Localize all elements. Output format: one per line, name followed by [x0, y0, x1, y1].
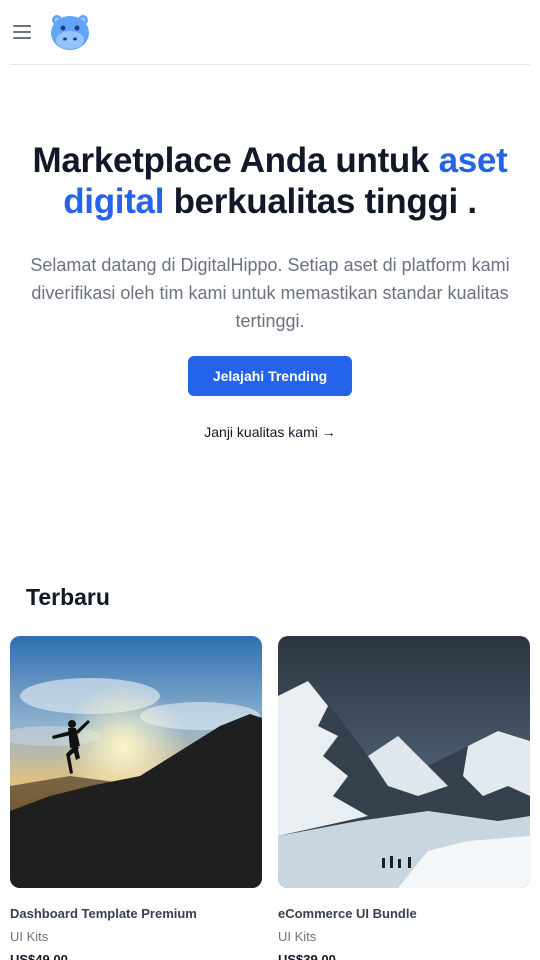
product-name[interactable]: Dashboard Template Premium	[10, 906, 262, 921]
product-category: UI Kits	[278, 929, 317, 944]
product-name[interactable]: eCommerce UI Bundle	[278, 906, 530, 921]
navbar	[0, 0, 540, 65]
hippo-logo-icon[interactable]	[49, 13, 91, 51]
latest-section-title: Terbaru	[26, 584, 110, 610]
product-card[interactable]: Dashboard Template Premium UI Kits US$49…	[10, 636, 262, 960]
hero-subtitle: Selamat datang di DigitalHippo. Setiap a…	[30, 255, 510, 331]
hero-title-part2: berkualitas tinggi .	[164, 182, 478, 221]
product-price: US$49,00	[10, 952, 68, 960]
sunset-mountain-jump-photo[interactable]	[10, 636, 262, 888]
snowy-mountain-hikers-photo[interactable]	[278, 636, 530, 888]
hamburger-menu-icon[interactable]	[12, 22, 34, 42]
quality-promise-link[interactable]: Janji kualitas kami →	[0, 424, 540, 440]
hero-title: Marketplace Anda untuk aset digital berk…	[0, 140, 540, 222]
product-category: UI Kits	[10, 929, 49, 944]
navbar-inner	[10, 0, 530, 65]
hero-section: Marketplace Anda untuk aset digital berk…	[0, 140, 540, 440]
hero-title-part1: Marketplace Anda untuk	[32, 141, 439, 180]
product-price: US$39,00	[278, 952, 336, 960]
product-card[interactable]: eCommerce UI Bundle UI Kits US$39,00	[278, 636, 530, 960]
explore-trending-button[interactable]: Jelajahi Trending	[188, 356, 352, 396]
